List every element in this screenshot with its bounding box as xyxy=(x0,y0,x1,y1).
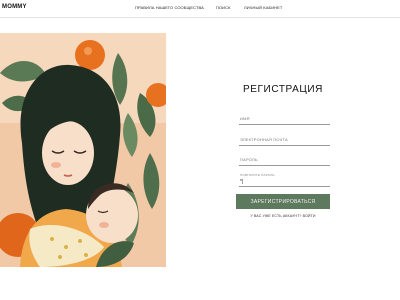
register-button[interactable]: ЗАРЕГИСТРИРОВАТЬСЯ xyxy=(236,194,330,209)
nav-community-rules[interactable]: ПРАВИЛА НАШЕГО СООБЩЕСТВА xyxy=(135,5,204,10)
email-placeholder: ЭЛЕКТРОННАЯ ПОЧТА xyxy=(240,137,288,142)
logo[interactable]: MOMMY xyxy=(2,4,27,10)
password-field[interactable]: ПАРОЛЬ xyxy=(239,153,330,166)
confirm-password-label: ПОВТОРИТЕ ПАРОЛЬ xyxy=(240,173,275,177)
login-link[interactable]: ВОЙТИ xyxy=(303,214,316,218)
nav-search[interactable]: ПОИСК xyxy=(216,5,231,10)
header-divider xyxy=(0,17,400,18)
name-placeholder: ИМЯ xyxy=(240,116,250,121)
top-header: MOMMY ПРАВИЛА НАШЕГО СООБЩЕСТВА ПОИСК ЛИ… xyxy=(0,0,400,16)
password-placeholder: ПАРОЛЬ xyxy=(240,157,258,162)
mother-child-illustration xyxy=(0,33,166,267)
login-prompt: У ВАС УЖЕ ЕСТЬ АККАУНТ? xyxy=(250,214,302,218)
login-prompt-row: У ВАС УЖЕ ЕСТЬ АККАУНТ? ВОЙТИ xyxy=(236,214,330,218)
name-field[interactable]: ИМЯ xyxy=(239,112,330,125)
email-field[interactable]: ЭЛЕКТРОННАЯ ПОЧТА xyxy=(239,133,330,146)
nav-personal-account[interactable]: ЛИЧНЫЙ КАБИНЕТ xyxy=(244,5,282,10)
confirm-password-value: *| xyxy=(240,179,244,185)
page-title: РЕГИСТРАЦИЯ xyxy=(242,84,324,95)
confirm-password-field[interactable]: ПОВТОРИТЕ ПАРОЛЬ *| xyxy=(239,172,330,187)
